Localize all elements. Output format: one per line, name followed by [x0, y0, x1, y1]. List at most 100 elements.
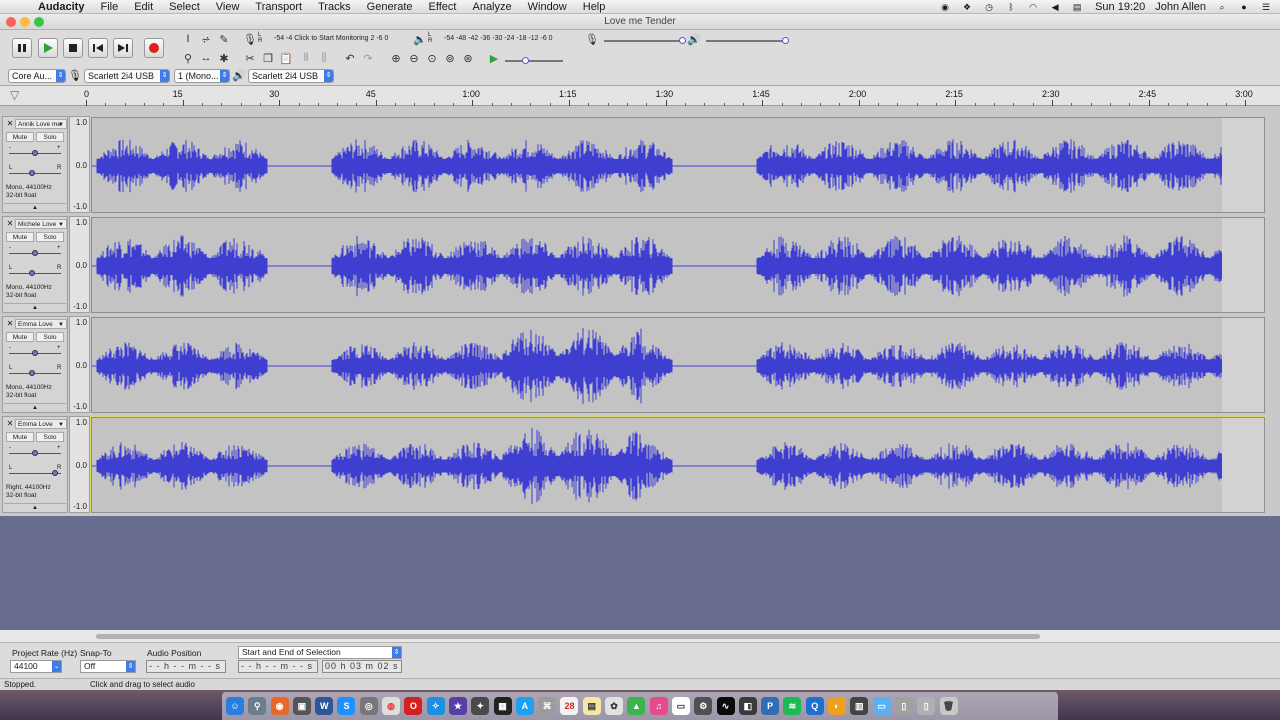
zoom-tool[interactable]: ⚲: [180, 50, 196, 66]
solo-button[interactable]: Solo: [36, 232, 64, 242]
track-end-area[interactable]: [1222, 118, 1264, 212]
ibooks-icon[interactable]: ▭: [671, 697, 690, 715]
menubar-user[interactable]: John Allen: [1155, 1, 1206, 13]
pan-slider-thumb[interactable]: [52, 470, 58, 476]
record-status-icon[interactable]: ◉: [939, 2, 951, 12]
system-prefs-icon[interactable]: ⚙: [694, 697, 713, 715]
input-volume-slider[interactable]: [604, 40, 686, 42]
selection-end-field[interactable]: 00 h 03 m 02 s: [322, 660, 402, 673]
timeline-ruler[interactable]: ▽ 0 15 30 45 1:00 1:15 1:30 1:45 2:00 2:15 2:30 2:4…: [0, 86, 1280, 106]
input-volume-thumb[interactable]: [679, 37, 686, 44]
launchpad-icon[interactable]: ⚲: [248, 697, 267, 715]
menu-edit[interactable]: Edit: [134, 1, 153, 13]
record-meter-mic[interactable]: 🎙: [242, 31, 258, 47]
track-control-panel[interactable]: ✕ Emma Love ▼ Mute Solo - + L R Right, 4…: [2, 416, 68, 513]
app-store-icon[interactable]: A: [515, 697, 534, 715]
menu-generate[interactable]: Generate: [367, 1, 413, 13]
redo-button[interactable]: ↷: [360, 50, 376, 66]
pan-slider-thumb[interactable]: [29, 270, 35, 276]
mute-button[interactable]: Mute: [6, 132, 34, 142]
playback-device-select[interactable]: Scarlett 2i4 USB ⇕: [248, 69, 334, 83]
horizontal-scrollbar-thumb[interactable]: [96, 634, 1040, 639]
track-name-dropdown[interactable]: Emma Love ▼: [15, 319, 67, 329]
safari-icon[interactable]: ✧: [426, 697, 445, 715]
play-at-speed-button[interactable]: ▶: [486, 50, 502, 66]
track-end-area[interactable]: [1222, 418, 1264, 512]
pan-slider-thumb[interactable]: [29, 370, 35, 376]
photos-icon[interactable]: ✿: [605, 697, 624, 715]
track-control-panel[interactable]: ✕ Michele Love ▼ Mute Solo - + L R Mono,…: [2, 216, 68, 313]
track-name-dropdown[interactable]: Emma Love ▼: [15, 419, 67, 429]
quicktime-icon[interactable]: Q: [805, 697, 824, 715]
recording-device-select[interactable]: Scarlett 2i4 USB ⇕: [84, 69, 170, 83]
waveform-area[interactable]: [91, 217, 1265, 313]
snap-to-select[interactable]: Off ⇕: [80, 660, 136, 673]
menu-effect[interactable]: Effect: [429, 1, 457, 13]
track-name-dropdown[interactable]: Michele Love ▼: [15, 219, 67, 229]
gain-slider[interactable]: [9, 450, 61, 456]
bluetooth-icon[interactable]: ᛒ: [1005, 2, 1017, 12]
menu-app-name[interactable]: Audacity: [38, 1, 84, 13]
fit-selection-button[interactable]: ⊙: [424, 50, 440, 66]
word-icon[interactable]: W: [315, 697, 334, 715]
selection-tool[interactable]: I: [180, 31, 196, 47]
folder-icon[interactable]: ▭: [872, 697, 891, 715]
trim-button[interactable]: ⫴: [298, 50, 314, 66]
maps-icon[interactable]: ▲: [627, 697, 646, 715]
channels-select[interactable]: 1 (Mono... ⇕: [174, 69, 230, 83]
collapse-track-icon[interactable]: ▲: [4, 503, 66, 511]
gain-slider[interactable]: [9, 250, 61, 256]
app-gray-icon[interactable]: ◎: [359, 697, 378, 715]
waveform-area[interactable]: [91, 317, 1265, 413]
mute-button[interactable]: Mute: [6, 432, 34, 442]
gain-slider-thumb[interactable]: [32, 150, 38, 156]
undo-button[interactable]: ↶: [342, 50, 358, 66]
pan-slider[interactable]: [9, 370, 61, 376]
time-shift-tool[interactable]: ↔: [198, 50, 214, 66]
track-control-panel[interactable]: ✕ Emma Love ▼ Mute Solo - + L R Mono, 44…: [2, 316, 68, 413]
amplitude-ruler[interactable]: 1.0 0.0 -1.0: [69, 316, 90, 413]
gain-slider-thumb[interactable]: [32, 350, 38, 356]
project-rate-select[interactable]: 44100 ⌄: [10, 660, 62, 673]
waveform-area[interactable]: [90, 416, 1266, 514]
waveform[interactable]: [92, 318, 1265, 413]
itunes-icon[interactable]: ♫: [649, 697, 668, 715]
playback-meter-speaker[interactable]: 🔈: [412, 31, 428, 47]
envelope-tool[interactable]: ⩫: [198, 31, 214, 47]
track-control-panel[interactable]: ✕ Annik Love me ▼ Mute Solo - + L R Mono…: [2, 116, 68, 213]
opera-icon[interactable]: O: [404, 697, 423, 715]
firefox-icon[interactable]: ◉: [270, 697, 289, 715]
collapse-track-icon[interactable]: ▲: [4, 303, 66, 311]
track-close-icon[interactable]: ✕: [6, 320, 14, 328]
menu-tracks[interactable]: Tracks: [318, 1, 351, 13]
wifi-icon[interactable]: ◠: [1027, 2, 1039, 12]
collapse-track-icon[interactable]: ▲: [4, 203, 66, 211]
amplitude-ruler[interactable]: 1.0 0.0 -1.0: [69, 216, 90, 313]
audio-position-field[interactable]: - - h - - m - - s: [146, 660, 226, 673]
solo-button[interactable]: Solo: [36, 132, 64, 142]
menu-window[interactable]: Window: [528, 1, 567, 13]
collapse-track-icon[interactable]: ▲: [4, 403, 66, 411]
track-end-area[interactable]: [1222, 218, 1264, 312]
stop-button[interactable]: [63, 38, 83, 58]
waveform[interactable]: [92, 218, 1265, 313]
gain-slider-thumb[interactable]: [32, 450, 38, 456]
solo-button[interactable]: Solo: [36, 432, 64, 442]
mute-button[interactable]: Mute: [6, 332, 34, 342]
gain-slider[interactable]: [9, 150, 61, 156]
terminal-icon[interactable]: ▦: [493, 697, 512, 715]
audio-host-select[interactable]: Core Au... ⇕: [8, 69, 66, 83]
play-speed-thumb[interactable]: [522, 57, 529, 64]
multi-tool[interactable]: ✱: [216, 50, 232, 66]
output-volume-slider[interactable]: [706, 40, 788, 42]
empty-track-area[interactable]: [0, 516, 1280, 630]
cut-button[interactable]: ✂: [242, 50, 258, 66]
app-star-icon[interactable]: ✦: [471, 697, 490, 715]
track-end-area[interactable]: [1222, 318, 1264, 412]
menu-file[interactable]: File: [100, 1, 118, 13]
documents-stack-icon[interactable]: ▯: [894, 697, 913, 715]
waveform[interactable]: [92, 418, 1265, 513]
fit-project-button[interactable]: ⊚: [442, 50, 458, 66]
skip-to-end-button[interactable]: [113, 38, 133, 58]
waveform[interactable]: [92, 118, 1265, 213]
